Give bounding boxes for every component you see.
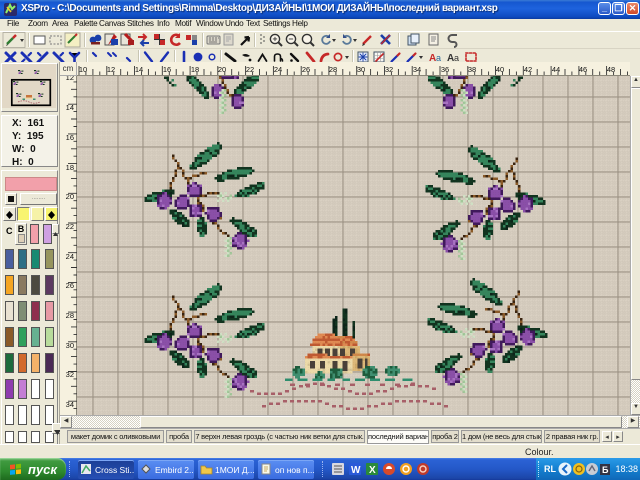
svg-text:24: 24 (66, 252, 74, 261)
svg-text:18: 18 (191, 65, 199, 74)
svg-text:34: 34 (413, 65, 421, 74)
svg-text:10: 10 (79, 65, 87, 74)
svg-text:26: 26 (66, 281, 74, 290)
svg-text:14: 14 (66, 103, 74, 112)
svg-text:36: 36 (441, 65, 449, 74)
svg-text:W: W (351, 465, 361, 476)
svg-text:48: 48 (607, 65, 615, 74)
svg-text:26: 26 (302, 65, 310, 74)
svg-text:22: 22 (246, 65, 254, 74)
svg-text:46: 46 (579, 65, 587, 74)
svg-text:12: 12 (66, 76, 74, 82)
svg-text:42: 42 (524, 65, 532, 74)
svg-text:12: 12 (107, 65, 115, 74)
svg-text:34: 34 (66, 400, 74, 409)
svg-text:44: 44 (552, 65, 560, 74)
svg-text:16: 16 (66, 133, 74, 142)
svg-text:28: 28 (329, 65, 337, 74)
svg-text:14: 14 (135, 65, 143, 74)
svg-text:20: 20 (66, 192, 74, 201)
svg-text:28: 28 (66, 311, 74, 320)
svg-text:40: 40 (496, 65, 504, 74)
svg-text:Б: Б (602, 465, 609, 475)
svg-text:32: 32 (385, 65, 393, 74)
svg-text:20: 20 (218, 65, 226, 74)
svg-text:24: 24 (274, 65, 282, 74)
svg-text:22: 22 (66, 222, 74, 231)
svg-text:X: X (369, 465, 376, 476)
svg-text:18: 18 (66, 163, 74, 172)
svg-text:32: 32 (66, 370, 74, 379)
svg-text:38: 38 (468, 65, 476, 74)
svg-text:30: 30 (66, 341, 74, 350)
svg-text:16: 16 (163, 65, 171, 74)
svg-text:30: 30 (357, 65, 365, 74)
